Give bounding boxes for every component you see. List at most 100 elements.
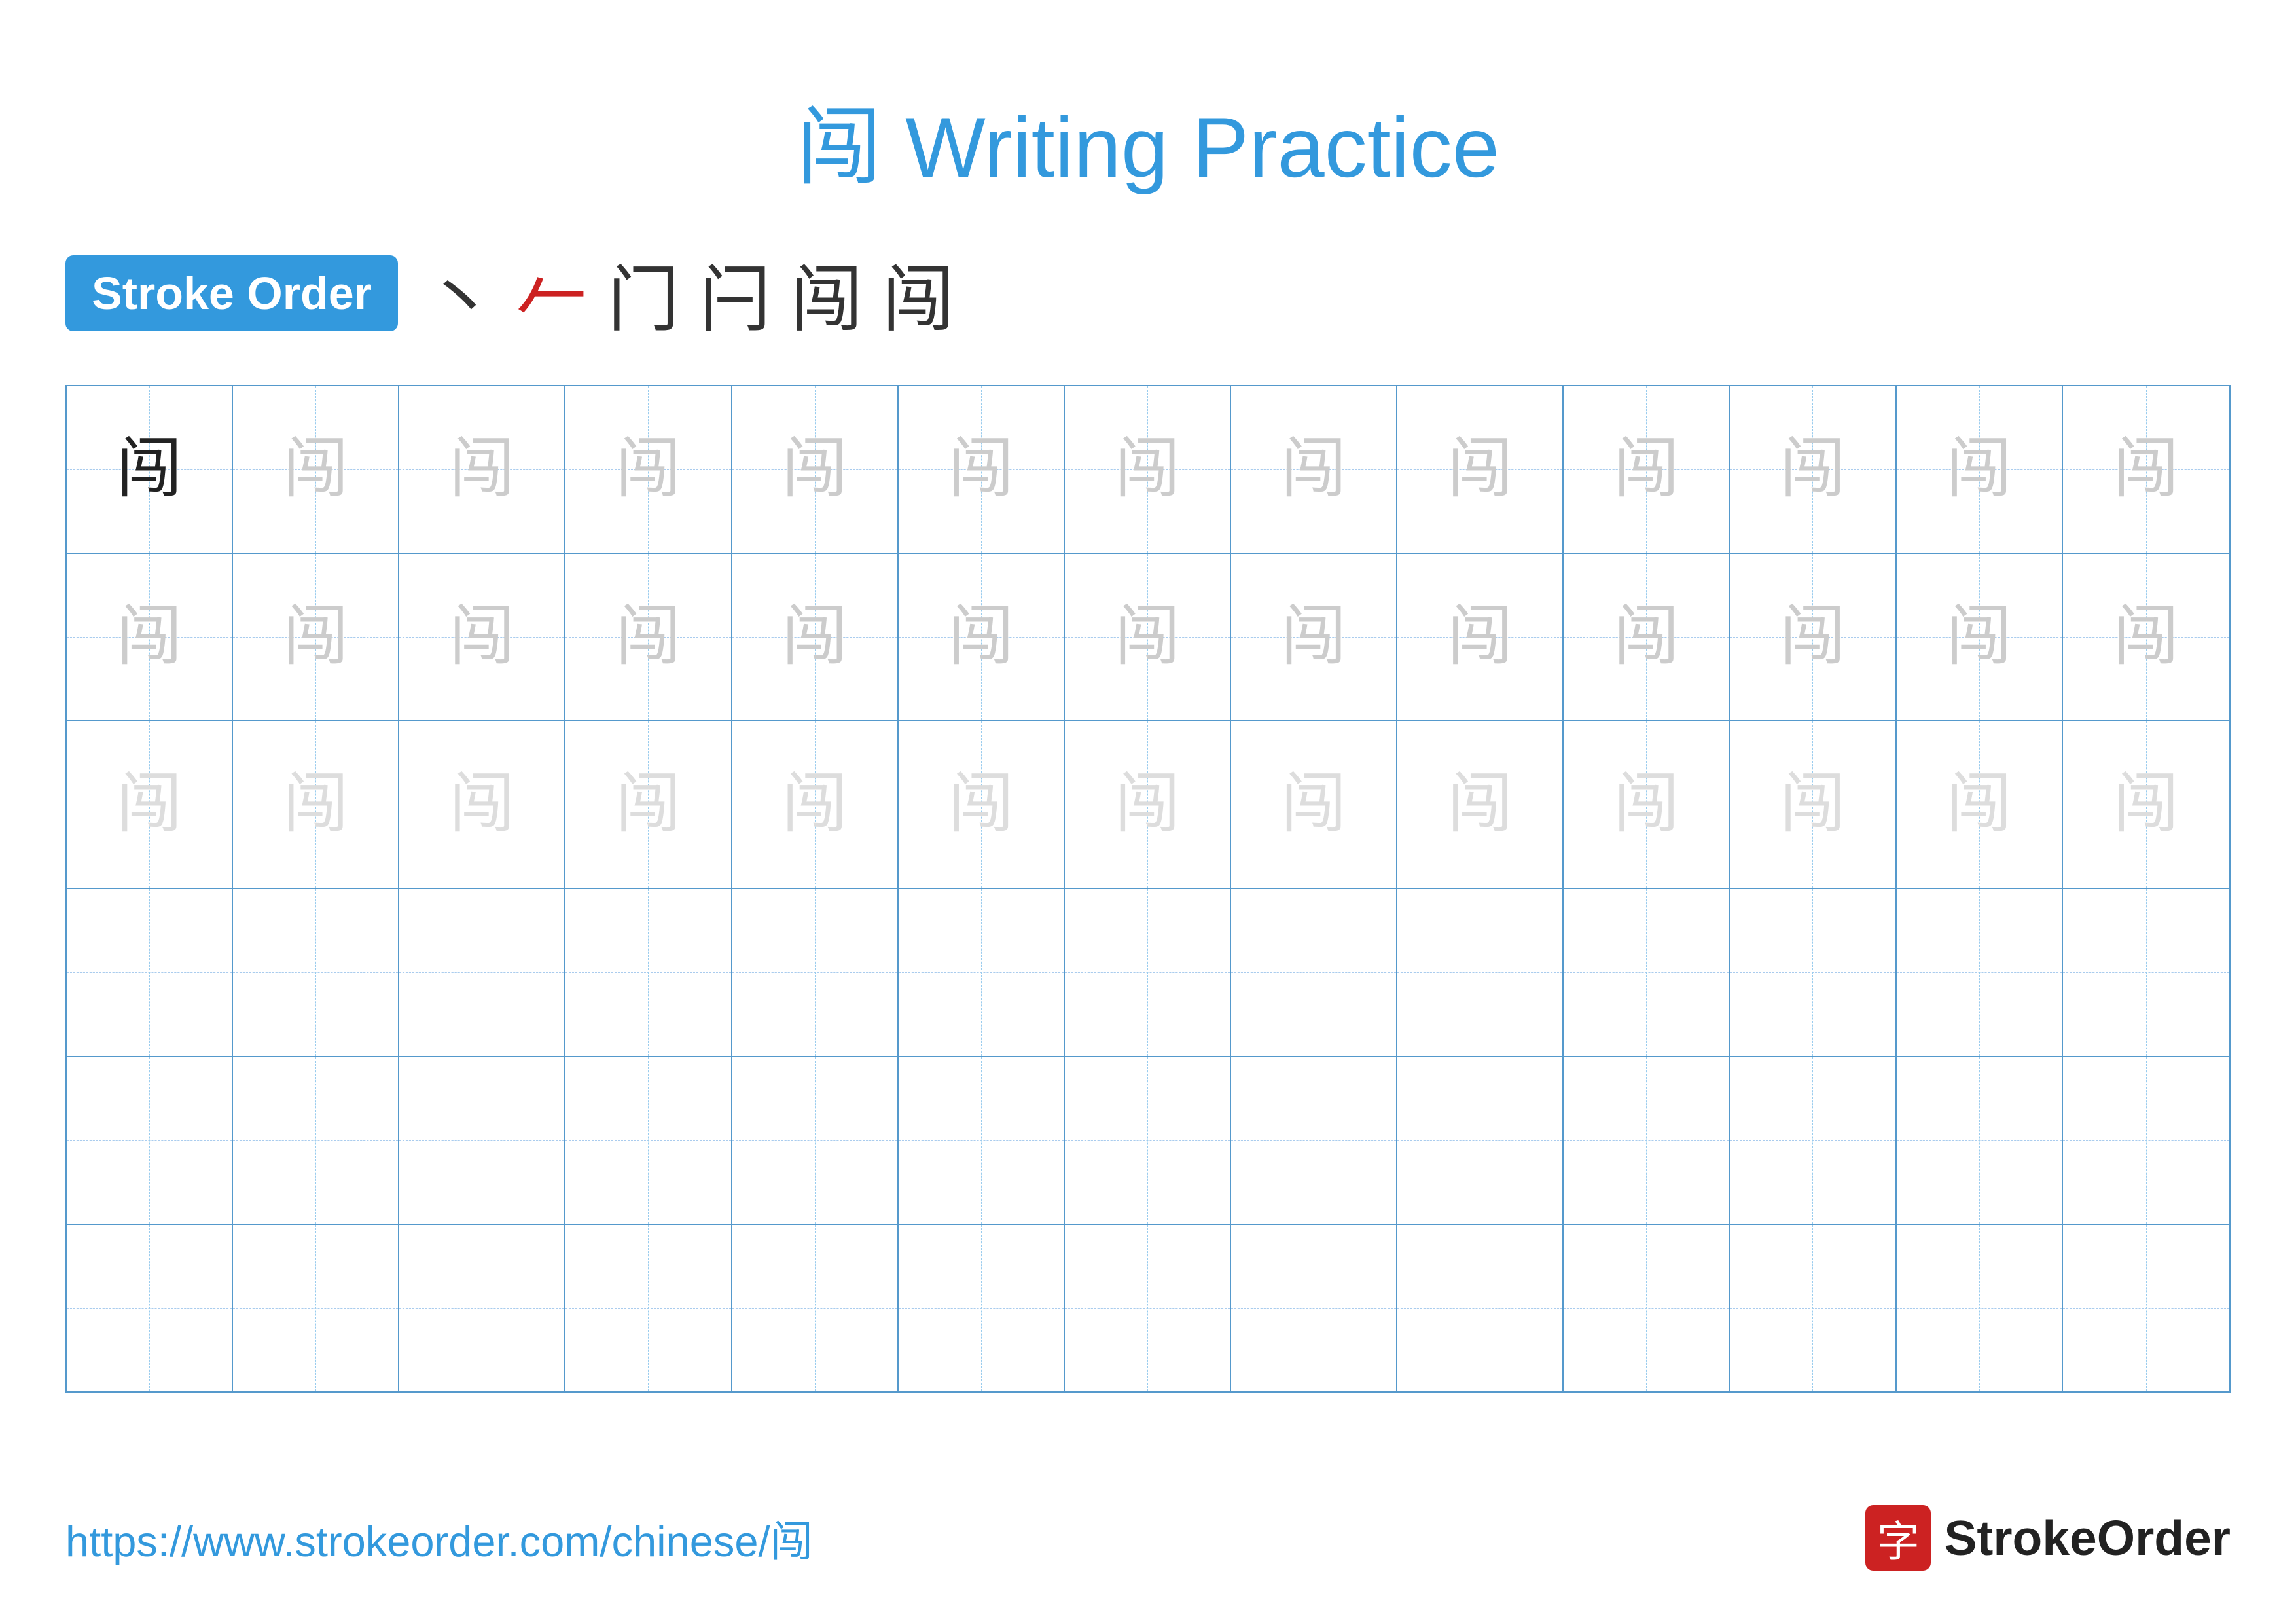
- cell-2-12: 闯: [1897, 554, 2063, 720]
- cell-4-1[interactable]: [67, 889, 233, 1055]
- cell-3-10: 闯: [1564, 721, 1730, 888]
- stroke-4: 闩: [699, 241, 771, 346]
- cell-4-4[interactable]: [565, 889, 732, 1055]
- grid-row-5: [67, 1057, 2229, 1225]
- stroke-2: 𠂉: [516, 241, 588, 346]
- cell-4-9[interactable]: [1397, 889, 1564, 1055]
- cell-6-3[interactable]: [399, 1225, 565, 1391]
- logo-char: 字: [1877, 1507, 1920, 1569]
- cell-2-13: 闯: [2063, 554, 2229, 720]
- cell-6-6[interactable]: [899, 1225, 1065, 1391]
- cell-1-11: 闯: [1730, 386, 1896, 553]
- cell-4-6[interactable]: [899, 889, 1065, 1055]
- char-solid: 闯: [117, 437, 182, 502]
- stroke-6: 闯: [882, 241, 954, 346]
- cell-3-9: 闯: [1397, 721, 1564, 888]
- cell-4-8[interactable]: [1231, 889, 1397, 1055]
- cell-3-13: 闯: [2063, 721, 2229, 888]
- cell-1-6: 闯: [899, 386, 1065, 553]
- grid-row-1: 闯 闯 闯 闯 闯 闯 闯 闯 闯 闯 闯 闯 闯: [67, 386, 2229, 554]
- cell-4-2[interactable]: [233, 889, 399, 1055]
- cell-6-10[interactable]: [1564, 1225, 1730, 1391]
- cell-5-2[interactable]: [233, 1057, 399, 1224]
- cell-3-1: 闯: [67, 721, 233, 888]
- page: 闯 Writing Practice Stroke Order 丶 𠂉 门 闩 …: [0, 0, 2296, 1623]
- cell-6-8[interactable]: [1231, 1225, 1397, 1391]
- cell-3-2: 闯: [233, 721, 399, 888]
- cell-5-3[interactable]: [399, 1057, 565, 1224]
- cell-1-2: 闯: [233, 386, 399, 553]
- stroke-order-section: Stroke Order 丶 𠂉 门 闩 闯 闯: [65, 241, 2231, 346]
- cell-2-4: 闯: [565, 554, 732, 720]
- grid-row-2: 闯 闯 闯 闯 闯 闯 闯 闯 闯 闯 闯 闯 闯: [67, 554, 2229, 721]
- cell-6-7[interactable]: [1065, 1225, 1231, 1391]
- footer-url[interactable]: https://www.strokeorder.com/chinese/闯: [65, 1507, 813, 1569]
- stroke-order-badge: Stroke Order: [65, 255, 398, 331]
- cell-2-9: 闯: [1397, 554, 1564, 720]
- stroke-5: 闯: [791, 241, 863, 346]
- cell-2-7: 闯: [1065, 554, 1231, 720]
- cell-5-4[interactable]: [565, 1057, 732, 1224]
- cell-4-3[interactable]: [399, 889, 565, 1055]
- cell-2-6: 闯: [899, 554, 1065, 720]
- cell-1-9: 闯: [1397, 386, 1564, 553]
- footer: https://www.strokeorder.com/chinese/闯 字 …: [65, 1505, 2231, 1571]
- cell-4-7[interactable]: [1065, 889, 1231, 1055]
- cell-3-8: 闯: [1231, 721, 1397, 888]
- cell-1-1: 闯: [67, 386, 233, 553]
- grid-row-3: 闯 闯 闯 闯 闯 闯 闯 闯 闯 闯 闯 闯 闯: [67, 721, 2229, 889]
- cell-6-4[interactable]: [565, 1225, 732, 1391]
- cell-1-5: 闯: [732, 386, 899, 553]
- cell-2-10: 闯: [1564, 554, 1730, 720]
- cell-4-10[interactable]: [1564, 889, 1730, 1055]
- logo-text: StrokeOrder: [1944, 1510, 2231, 1566]
- cell-5-7[interactable]: [1065, 1057, 1231, 1224]
- grid-row-6: [67, 1225, 2229, 1391]
- cell-5-12[interactable]: [1897, 1057, 2063, 1224]
- cell-4-13[interactable]: [2063, 889, 2229, 1055]
- cell-5-8[interactable]: [1231, 1057, 1397, 1224]
- grid-row-4: [67, 889, 2229, 1057]
- cell-3-3: 闯: [399, 721, 565, 888]
- cell-2-3: 闯: [399, 554, 565, 720]
- cell-6-2[interactable]: [233, 1225, 399, 1391]
- cell-4-5[interactable]: [732, 889, 899, 1055]
- cell-5-10[interactable]: [1564, 1057, 1730, 1224]
- title-character: 闯 Writing Practice: [797, 100, 1499, 195]
- cell-3-5: 闯: [732, 721, 899, 888]
- stroke-sequence: 丶 𠂉 门 闩 闯 闯: [424, 241, 954, 346]
- cell-1-8: 闯: [1231, 386, 1397, 553]
- cell-2-8: 闯: [1231, 554, 1397, 720]
- cell-3-7: 闯: [1065, 721, 1231, 888]
- cell-3-12: 闯: [1897, 721, 2063, 888]
- cell-3-11: 闯: [1730, 721, 1896, 888]
- cell-6-1[interactable]: [67, 1225, 233, 1391]
- cell-5-9[interactable]: [1397, 1057, 1564, 1224]
- cell-2-2: 闯: [233, 554, 399, 720]
- cell-5-1[interactable]: [67, 1057, 233, 1224]
- cell-5-6[interactable]: [899, 1057, 1065, 1224]
- cell-4-12[interactable]: [1897, 889, 2063, 1055]
- cell-6-9[interactable]: [1397, 1225, 1564, 1391]
- cell-6-12[interactable]: [1897, 1225, 2063, 1391]
- cell-4-11[interactable]: [1730, 889, 1896, 1055]
- logo-icon: 字: [1865, 1505, 1931, 1571]
- footer-logo: 字 StrokeOrder: [1865, 1505, 2231, 1571]
- cell-5-11[interactable]: [1730, 1057, 1896, 1224]
- stroke-3: 门: [607, 241, 679, 346]
- cell-1-12: 闯: [1897, 386, 2063, 553]
- practice-grid: 闯 闯 闯 闯 闯 闯 闯 闯 闯 闯 闯 闯 闯 闯 闯 闯 闯 闯 闯 闯 …: [65, 385, 2231, 1393]
- cell-6-5[interactable]: [732, 1225, 899, 1391]
- cell-1-13: 闯: [2063, 386, 2229, 553]
- cell-5-5[interactable]: [732, 1057, 899, 1224]
- cell-2-11: 闯: [1730, 554, 1896, 720]
- cell-2-1: 闯: [67, 554, 233, 720]
- cell-5-13[interactable]: [2063, 1057, 2229, 1224]
- cell-1-3: 闯: [399, 386, 565, 553]
- cell-1-7: 闯: [1065, 386, 1231, 553]
- page-title: 闯 Writing Practice: [65, 79, 2231, 202]
- cell-6-11[interactable]: [1730, 1225, 1896, 1391]
- cell-1-10: 闯: [1564, 386, 1730, 553]
- cell-6-13[interactable]: [2063, 1225, 2229, 1391]
- stroke-1: 丶: [424, 241, 496, 346]
